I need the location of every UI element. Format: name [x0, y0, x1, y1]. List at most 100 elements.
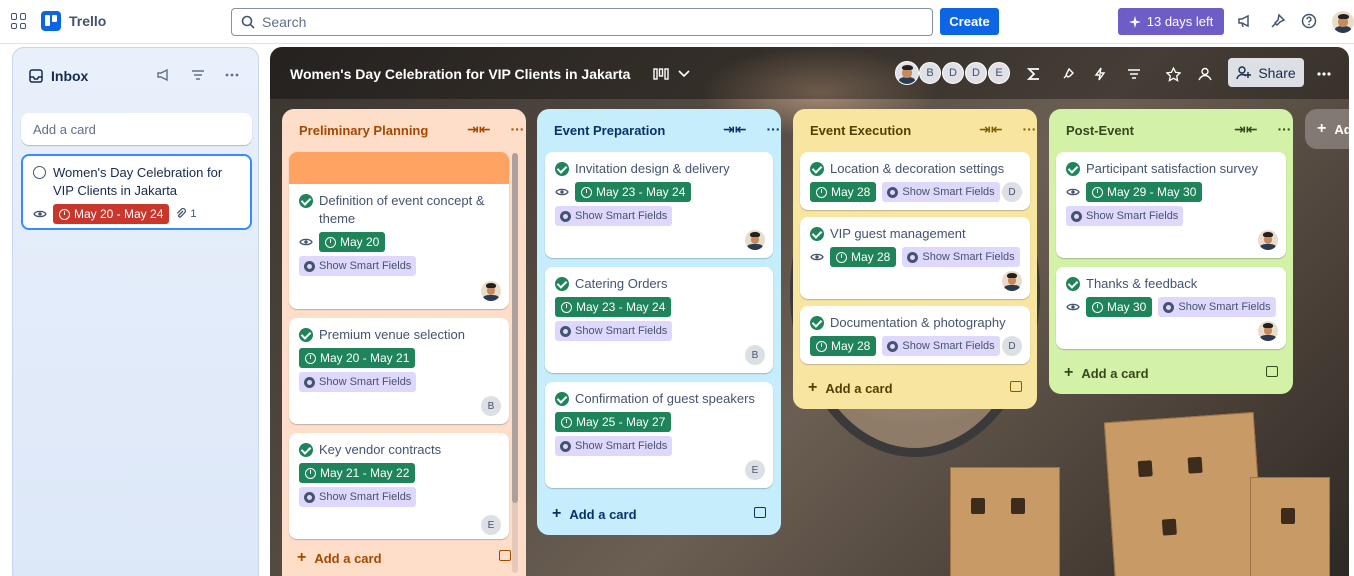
show-smart-fields-button[interactable]: Show Smart Fields [299, 372, 417, 392]
completed-check-icon[interactable] [1066, 277, 1080, 291]
show-smart-fields-button[interactable]: Show Smart Fields [1066, 206, 1184, 226]
app-switcher-icon[interactable] [11, 13, 27, 29]
card[interactable]: Thanks & feedback May 30 Show Smart Fiel… [1056, 267, 1286, 349]
show-smart-fields-button[interactable]: Show Smart Fields [902, 247, 1020, 267]
due-date-badge[interactable]: May 20 - May 21 [299, 348, 416, 368]
due-date-badge[interactable]: May 21 - May 22 [299, 463, 416, 483]
list-menu-icon[interactable]: ··· [1277, 121, 1291, 138]
completed-check-icon[interactable] [810, 316, 824, 330]
due-date-badge[interactable]: May 28 [810, 182, 877, 202]
show-smart-fields-button[interactable]: Show Smart Fields [299, 487, 417, 507]
due-date-badge[interactable]: May 25 - May 27 [555, 412, 672, 432]
announcements-icon[interactable] [1236, 12, 1254, 30]
card[interactable]: Invitation design & delivery May 23 - Ma… [545, 152, 773, 258]
collapse-list-icon[interactable]: ⇥⇤ [979, 121, 1002, 138]
add-list-button[interactable]: + Ad [1305, 109, 1349, 149]
member-avatar-owner[interactable] [895, 61, 919, 85]
card[interactable]: Definition of event concept & theme May … [289, 152, 509, 309]
show-smart-fields-button[interactable]: Show Smart Fields [882, 182, 1000, 202]
create-button[interactable]: Create [940, 8, 999, 35]
show-smart-fields-button[interactable]: Show Smart Fields [882, 336, 1000, 356]
megaphone-icon[interactable] [157, 68, 171, 82]
due-date-badge[interactable]: May 23 - May 24 [575, 182, 692, 202]
add-card-button[interactable]: + Add a card [297, 549, 382, 567]
card-template-icon[interactable] [754, 507, 766, 518]
add-card-button[interactable]: + Add a card [552, 505, 637, 523]
share-button[interactable]: Share [1228, 58, 1304, 87]
member-avatar[interactable]: E [988, 62, 1010, 84]
due-date-badge[interactable]: May 28 [830, 247, 897, 267]
member-avatar[interactable]: D [965, 62, 987, 84]
member-avatar[interactable]: D [942, 62, 964, 84]
card-member-avatar[interactable]: B [745, 345, 765, 365]
user-avatar[interactable] [1332, 11, 1354, 33]
due-date-badge[interactable]: May 29 - May 30 [1086, 182, 1203, 202]
list-menu-icon[interactable]: ··· [510, 121, 524, 138]
completed-check-icon[interactable] [555, 162, 569, 176]
card-member-avatar[interactable] [1258, 321, 1278, 341]
filter-icon[interactable] [1125, 65, 1143, 83]
collapse-list-icon[interactable]: ⇥⇤ [723, 121, 746, 138]
show-smart-fields-button[interactable]: Show Smart Fields [1158, 297, 1276, 317]
show-smart-fields-button[interactable]: Show Smart Fields [555, 436, 673, 456]
show-smart-fields-button[interactable]: Show Smart Fields [555, 321, 673, 341]
list-menu-icon[interactable]: ··· [1022, 121, 1036, 138]
completed-check-icon[interactable] [810, 162, 824, 176]
due-date-badge[interactable]: May 30 [1086, 297, 1153, 317]
add-card-button[interactable]: + Add a card [808, 379, 893, 397]
board-view-icon[interactable] [652, 65, 670, 83]
inbox-card[interactable]: Women's Day Celebration for VIP Clients … [21, 154, 252, 230]
card[interactable]: Premium venue selection May 20 - May 21 … [289, 318, 509, 424]
card-member-avatar[interactable] [481, 281, 501, 301]
list-menu-icon[interactable]: ··· [766, 121, 780, 138]
help-icon[interactable] [1300, 12, 1318, 30]
card-template-icon[interactable] [1266, 366, 1278, 377]
card-member-avatar[interactable] [745, 230, 765, 250]
member-avatar[interactable]: B [919, 62, 941, 84]
completed-check-icon[interactable] [299, 194, 313, 208]
card-member-avatar[interactable]: E [481, 515, 501, 535]
card-member-avatar[interactable] [1258, 230, 1278, 250]
completed-check-icon[interactable] [299, 328, 313, 342]
due-date-badge[interactable]: May 20 [319, 232, 386, 252]
card[interactable]: Location & decoration settings May 28 Sh… [800, 152, 1030, 210]
list-scrollbar[interactable] [512, 153, 518, 573]
card[interactable]: Catering Orders May 23 - May 24 Show Sma… [545, 267, 773, 373]
power-ups-icon[interactable] [1059, 65, 1077, 83]
card-member-avatar[interactable]: D [1002, 336, 1022, 356]
list-title[interactable]: Post-Event [1066, 123, 1134, 138]
board-menu-icon[interactable] [1315, 65, 1333, 83]
card-member-avatar[interactable]: E [745, 460, 765, 480]
due-date-badge[interactable]: May 28 [810, 336, 877, 356]
card[interactable]: Key vendor contracts May 21 - May 22 Sho… [289, 433, 509, 539]
card-member-avatar[interactable]: D [1002, 182, 1022, 202]
show-smart-fields-button[interactable]: Show Smart Fields [299, 256, 417, 276]
search-input[interactable]: Search [231, 8, 933, 36]
board-title[interactable]: Women's Day Celebration for VIP Clients … [290, 66, 630, 82]
completed-check-icon[interactable] [555, 277, 569, 291]
card-template-icon[interactable] [1010, 381, 1022, 392]
inbox-add-card-input[interactable]: Add a card [21, 113, 252, 145]
card-member-avatar[interactable] [1002, 271, 1022, 291]
list-title[interactable]: Event Preparation [554, 123, 665, 138]
trello-logo[interactable]: Trello [41, 11, 106, 31]
card-member-avatar[interactable]: B [481, 396, 501, 416]
trial-button[interactable]: 13 days left [1118, 8, 1224, 35]
due-date-badge[interactable]: May 20 - May 24 [53, 204, 170, 224]
card[interactable]: Documentation & photography May 28 Show … [800, 306, 1030, 364]
card[interactable]: Confirmation of guest speakers May 25 - … [545, 382, 773, 488]
show-smart-fields-button[interactable]: Show Smart Fields [555, 206, 673, 226]
star-icon[interactable] [1164, 65, 1182, 83]
collapse-list-icon[interactable]: ⇥⇤ [1234, 121, 1257, 138]
visibility-icon[interactable] [1196, 65, 1214, 83]
completed-check-icon[interactable] [299, 443, 313, 457]
card[interactable]: Participant satisfaction survey May 29 -… [1056, 152, 1286, 258]
due-date-badge[interactable]: May 23 - May 24 [555, 297, 672, 317]
automation-icon[interactable] [1091, 65, 1109, 83]
completed-check-icon[interactable] [1066, 162, 1080, 176]
more-options-icon[interactable] [225, 68, 239, 82]
collapse-list-icon[interactable]: ⇥⇤ [467, 121, 490, 138]
notifications-icon[interactable] [1269, 12, 1287, 30]
card-template-icon[interactable] [499, 550, 511, 561]
add-card-button[interactable]: + Add a card [1064, 364, 1149, 382]
